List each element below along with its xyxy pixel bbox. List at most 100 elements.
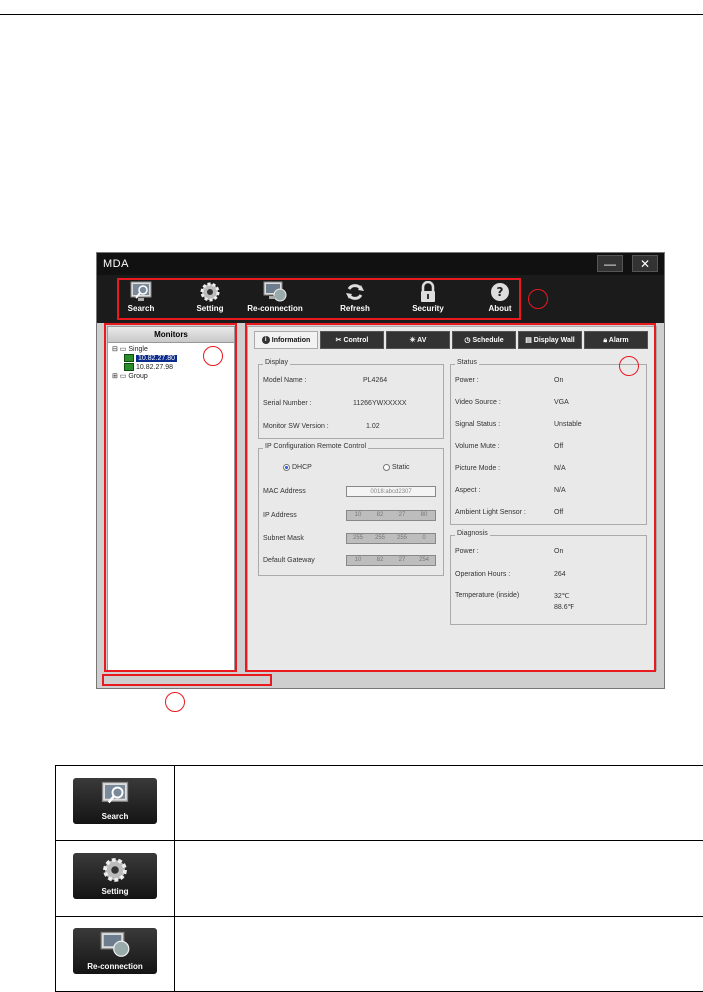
security-label: Security: [412, 304, 444, 313]
mask-octet: 255: [396, 535, 407, 541]
temperature-fahrenheit: 88.6℉: [554, 604, 575, 611]
gear-icon: [103, 858, 127, 882]
callout-circle-main: [619, 356, 639, 376]
display-group: Display Model Name : PL4264 Serial Numbe…: [258, 359, 444, 439]
toolbar: Search Setting Re-connection Refresh Sec…: [97, 275, 664, 323]
status-value: Off: [554, 443, 564, 450]
minimize-button[interactable]: —: [597, 255, 623, 272]
diagnosis-group: Diagnosis Power : On Operation Hours : 2…: [450, 530, 647, 625]
search-button-label: Search: [101, 811, 129, 821]
dhcp-radio[interactable]: [283, 464, 290, 471]
serial-number-value: 11266YWXXXXX: [353, 400, 407, 407]
tab-schedule[interactable]: ◷ Schedule: [452, 331, 516, 349]
setting-button-label: Setting: [101, 886, 129, 896]
single-label: Single: [128, 346, 148, 353]
gw-octet: 27: [398, 557, 406, 563]
tab-alarm[interactable]: 🔒︎ Alarm: [584, 331, 648, 349]
about-toolbar-button[interactable]: ? About: [470, 281, 530, 321]
display-wall-icon: ▤: [525, 337, 534, 344]
info-icon: i: [261, 336, 270, 345]
monitors-panel: Monitors ⊟ ▭ Single 10.82.27.80 10.82.27…: [107, 326, 235, 671]
page-top-rule: [0, 14, 703, 15]
monitors-header: Monitors: [108, 327, 234, 343]
mask-octet: 255: [352, 535, 363, 541]
refresh-toolbar-button[interactable]: Refresh: [325, 281, 385, 321]
mda-window: MDA — ✕ Search Setting Re-connection Ref…: [96, 252, 665, 689]
tree-node-ip2[interactable]: 10.82.27.98: [124, 363, 173, 371]
table-icon-cell: Setting: [55, 840, 175, 917]
status-value: N/A: [554, 465, 566, 472]
reconnection-label: Re-connection: [247, 304, 303, 313]
table-icon-cell: Re-connection: [55, 915, 175, 992]
status-value: Off: [554, 509, 564, 516]
status-label: Aspect :: [455, 487, 481, 494]
gw-octet: 82: [376, 557, 384, 563]
operation-hours-value: 264: [554, 571, 566, 578]
ip-octet: 82: [376, 512, 384, 518]
ip-address-field[interactable]: 10 82 27 80: [346, 510, 436, 521]
main-panel: i Information ✂ Control ✳ AV ◷ Schedule ▤…: [247, 326, 657, 671]
tab-display-wall-label: Display Wall: [533, 337, 575, 344]
operation-hours-label: Operation Hours :: [455, 571, 511, 578]
gw-octet: 254: [418, 557, 429, 563]
dhcp-label: DHCP: [292, 464, 312, 471]
default-gateway-field[interactable]: 10 82 27 254: [346, 555, 436, 566]
tab-information[interactable]: i Information: [254, 331, 318, 349]
subnet-mask-field[interactable]: 255 255 255 0: [346, 533, 436, 544]
tab-display-wall[interactable]: ▤ Display Wall: [518, 331, 582, 349]
diag-power-value: On: [554, 548, 564, 555]
status-value: VGA: [554, 399, 569, 406]
mac-address-field: 0018:abcd2307: [346, 486, 436, 497]
tree-node-ip1[interactable]: 10.82.27.80: [124, 354, 177, 362]
table-description-cell: [174, 764, 703, 842]
tab-control[interactable]: ✂ Control: [320, 331, 384, 349]
tab-av[interactable]: ✳ AV: [386, 331, 450, 349]
reconnection-icon: [100, 932, 130, 958]
setting-label: Setting: [196, 304, 224, 313]
tab-schedule-label: Schedule: [472, 337, 504, 344]
table-description-cell: [174, 915, 703, 992]
tab-control-label: Control: [343, 337, 369, 344]
tab-av-label: AV: [417, 337, 427, 344]
search-icon: [101, 781, 129, 803]
setting-toolbar-button[interactable]: Setting: [180, 281, 240, 321]
group-label: Group: [128, 373, 148, 380]
security-toolbar-button[interactable]: Security: [398, 281, 458, 321]
serial-number-label: Serial Number :: [263, 400, 312, 407]
reconnection-icon: [263, 281, 287, 302]
refresh-icon: [346, 284, 364, 300]
ip-octet: 10: [354, 512, 362, 518]
reconnection-button-label: Re-connection: [87, 962, 143, 972]
status-label: Video Source :: [455, 399, 501, 406]
search-button-image: Search: [73, 777, 157, 824]
tree-node-single[interactable]: ⊟ ▭ Single: [112, 345, 148, 353]
table-description-cell: [174, 840, 703, 917]
ip-octet: 27: [398, 512, 406, 518]
tree-node-group[interactable]: ⊞ ▭ Group: [112, 372, 148, 380]
reconnection-toolbar-button[interactable]: Re-connection: [245, 281, 305, 321]
status-value: Unstable: [554, 421, 582, 428]
static-radio[interactable]: [383, 464, 390, 471]
gw-octet: 10: [354, 557, 362, 563]
table-row: Search: [55, 764, 703, 842]
status-label: Power :: [455, 377, 479, 384]
subnet-mask-label: Subnet Mask: [263, 535, 304, 542]
temperature-celsius: 32℃: [554, 593, 570, 600]
refresh-label: Refresh: [340, 304, 370, 313]
status-label: Signal Status :: [455, 421, 501, 428]
table-icon-cell: Search: [55, 764, 175, 842]
search-toolbar-button[interactable]: Search: [111, 281, 171, 321]
status-value: N/A: [554, 487, 566, 494]
display-title: Display: [263, 359, 290, 366]
sw-version-value: 1.02: [366, 423, 380, 430]
title-bar: MDA — ✕: [97, 253, 664, 275]
default-gateway-label: Default Gateway: [263, 557, 315, 564]
callout-circle-statusbar: [165, 692, 185, 712]
static-label: Static: [392, 464, 410, 471]
table-row: Re-connection: [55, 915, 703, 992]
monitor-icon: [124, 354, 134, 362]
status-group: Status Power : On Video Source : VGA Sig…: [450, 359, 647, 525]
table-row: Setting: [55, 840, 703, 917]
close-button[interactable]: ✕: [632, 255, 658, 272]
diagnosis-title: Diagnosis: [455, 530, 490, 537]
